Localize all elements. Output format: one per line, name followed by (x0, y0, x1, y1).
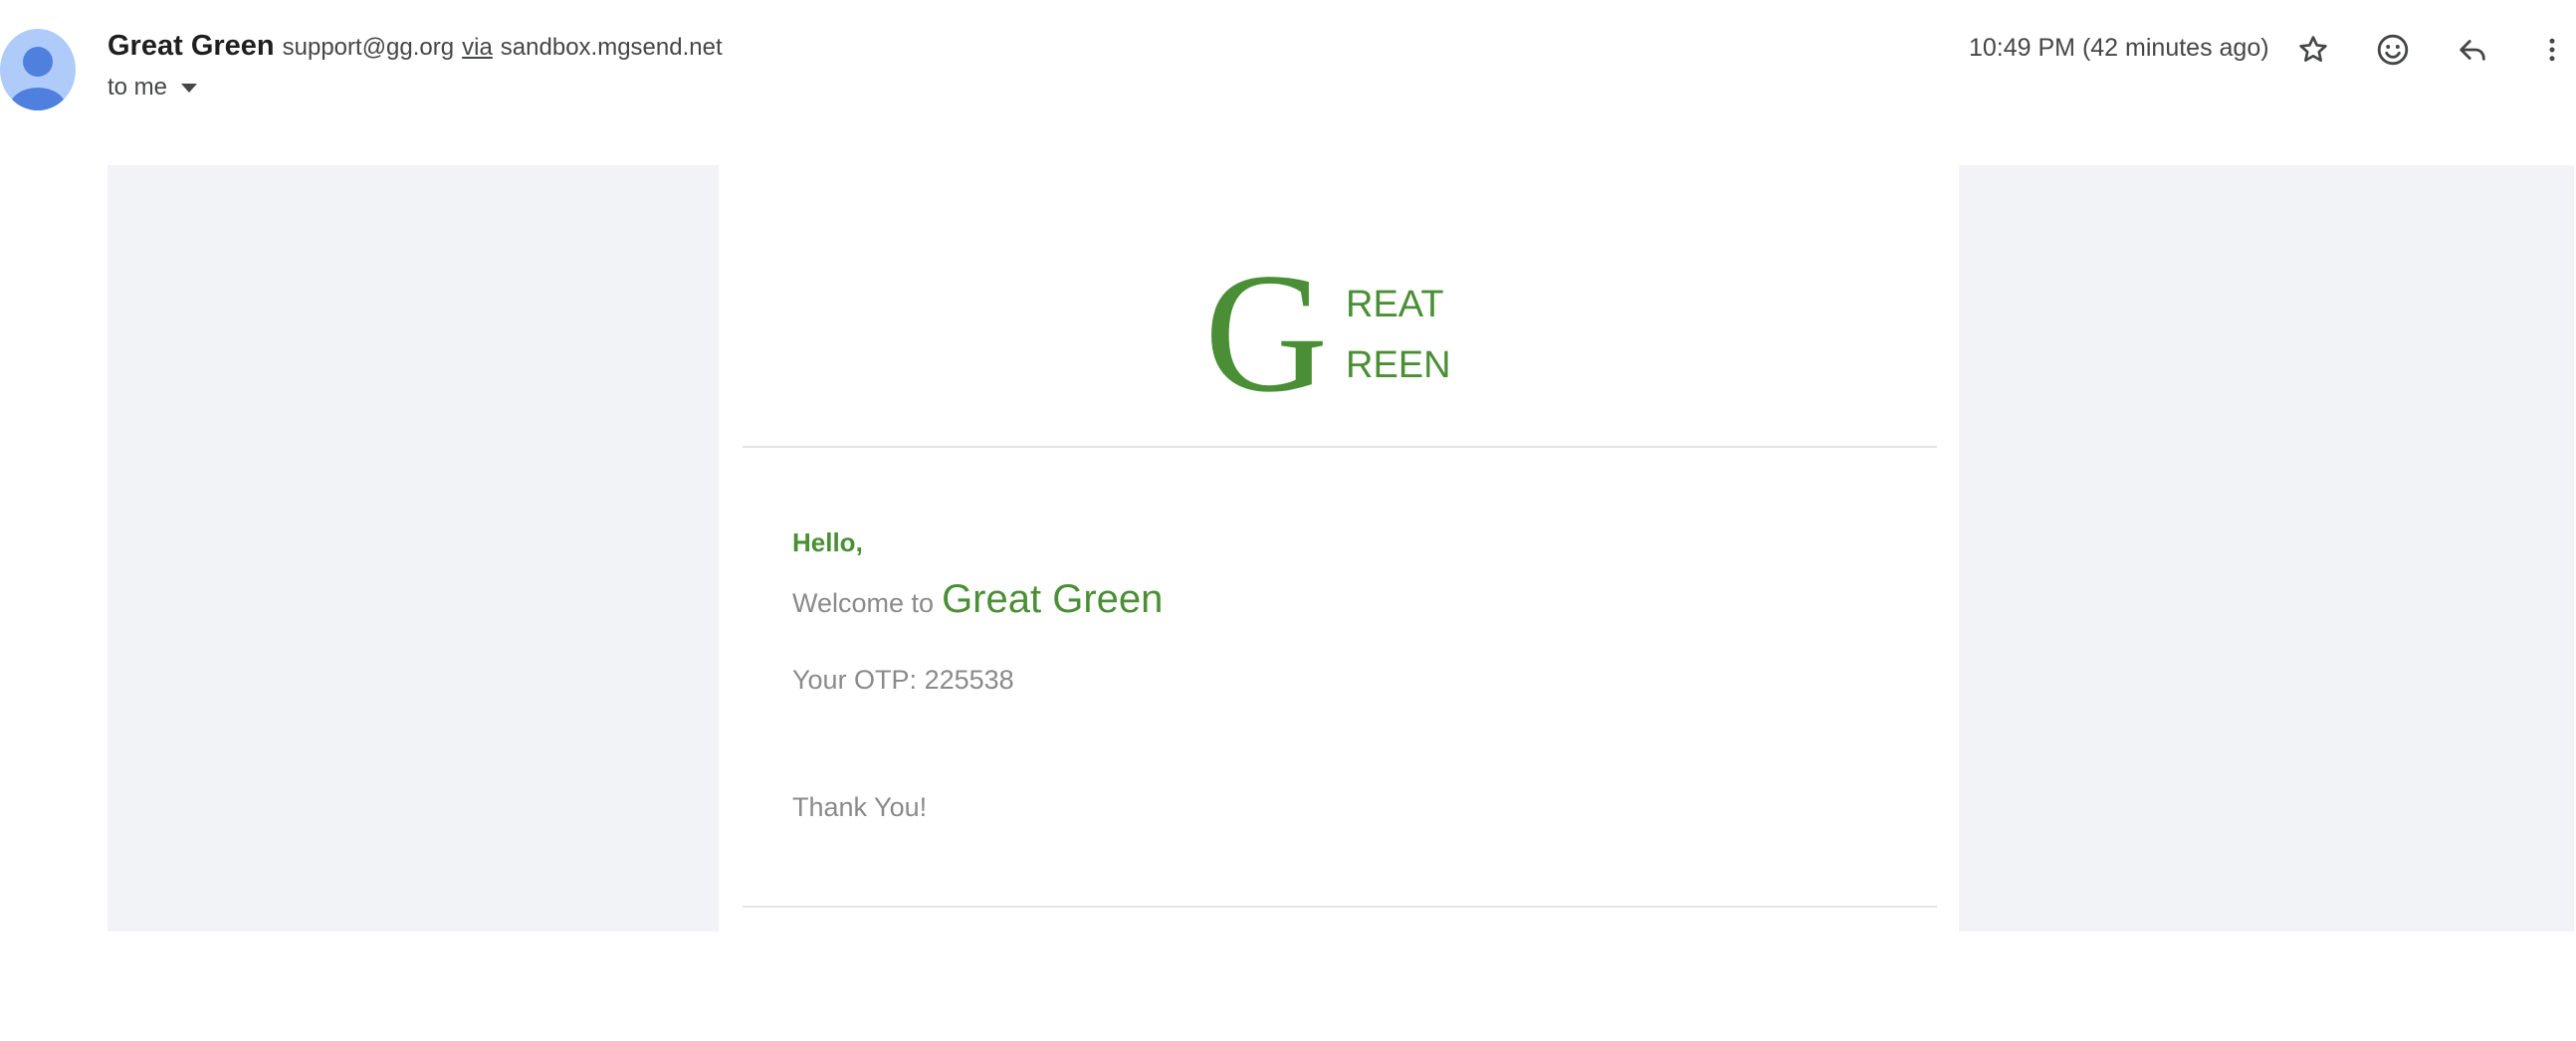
footer-divider (743, 906, 1937, 908)
otp-value: 225538 (924, 665, 1014, 695)
emoji-icon (2377, 34, 2409, 66)
sender-line: Great Green support@gg.org via sandbox.m… (107, 30, 723, 70)
closing-text: Thank You! (792, 792, 928, 822)
welcome-prefix: Welcome to (792, 588, 935, 618)
caret-down-icon (181, 83, 198, 93)
star-icon (2299, 36, 2327, 62)
sender-avatar[interactable] (0, 29, 76, 110)
great-green-logo: G REAT REEN (1204, 241, 1451, 410)
logo-initial: G (1204, 241, 1328, 410)
header-divider (743, 446, 1937, 448)
more-options-button[interactable] (2528, 26, 2576, 74)
sender-name[interactable]: Great Green (107, 30, 275, 63)
recipient-label: to me (107, 74, 168, 101)
star-button[interactable] (2289, 26, 2337, 74)
otp-line: Your OTP: 225538 (792, 665, 1014, 696)
recipient-details-toggle[interactable]: to me (107, 74, 198, 102)
otp-label: Your OTP: (792, 665, 918, 695)
logo-line2: REEN (1346, 344, 1451, 386)
welcome-line: Welcome to Great Green (792, 577, 1163, 622)
email-view: Great Green support@gg.org via sandbox.m… (0, 0, 2576, 1041)
via-link[interactable]: via (462, 34, 493, 62)
add-reaction-button[interactable] (2369, 26, 2417, 74)
welcome-brand: Great Green (942, 577, 1164, 621)
email-content-card: G REAT REEN Hello, Welcome to Great Gree… (719, 165, 1959, 932)
more-vert-icon (2549, 38, 2555, 62)
reply-icon (2460, 40, 2485, 61)
logo-line1: REAT (1346, 284, 1444, 325)
person-avatar-icon (10, 47, 66, 110)
via-domain: sandbox.mgsend.net (500, 34, 723, 61)
email-timestamp: 10:49 PM (42 minutes ago) (1969, 34, 2269, 62)
greeting: Hello, (792, 527, 863, 557)
reply-button[interactable] (2449, 26, 2496, 74)
sender-email: support@gg.org (282, 34, 455, 61)
